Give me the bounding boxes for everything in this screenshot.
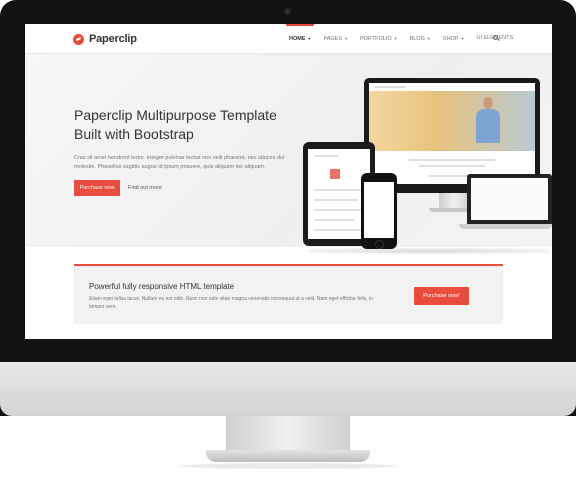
caret-down-icon: ▼ bbox=[307, 36, 312, 41]
nav-item-pages[interactable]: Pages ▼ bbox=[323, 24, 348, 53]
nav-label: Portfolio bbox=[359, 36, 392, 42]
find-out-more-link[interactable]: Find out more bbox=[128, 180, 162, 196]
mock-line bbox=[314, 219, 354, 221]
purchase-now-button[interactable]: Purchase now bbox=[74, 180, 120, 196]
nav-item-home[interactable]: Home ▼ bbox=[285, 24, 316, 53]
laptop-mockup bbox=[459, 174, 552, 232]
laptop-base bbox=[459, 224, 552, 229]
nav-item-blog[interactable]: Blog ▼ bbox=[410, 24, 431, 53]
mock-line bbox=[419, 165, 485, 167]
phone-mockup bbox=[361, 173, 397, 249]
mock-line bbox=[409, 159, 495, 161]
mock-line bbox=[314, 155, 338, 157]
hero-title: Paperclip Multipurpose Template Built wi… bbox=[74, 107, 277, 142]
callout-box: Powerful fully responsive HTML template … bbox=[74, 264, 503, 324]
paperclip-logo-icon bbox=[73, 33, 84, 45]
phone-screen bbox=[364, 182, 394, 238]
monitor-frame: Paperclip Home ▼ Pages ▼ Portfolio ▼ Blog ▼ … bbox=[0, 0, 576, 416]
search-icon[interactable] bbox=[493, 35, 499, 41]
caret-down-icon: ▼ bbox=[393, 36, 398, 41]
purchase-now-callout-button[interactable]: Purchase now! bbox=[414, 287, 469, 305]
mock-line bbox=[314, 189, 364, 191]
nav-label: Pages bbox=[323, 36, 343, 42]
website-screen: Paperclip Home ▼ Pages ▼ Portfolio ▼ Blog ▼ … bbox=[25, 24, 552, 339]
person-figure bbox=[476, 91, 500, 143]
devices-mockup-image bbox=[299, 78, 552, 254]
nav-label: Blog bbox=[409, 36, 425, 42]
hero-section: Paperclip Multipurpose Template Built wi… bbox=[25, 54, 552, 254]
desktop-mockup-screen bbox=[369, 83, 535, 184]
camera-icon bbox=[284, 8, 291, 15]
nav-label: Shop bbox=[442, 36, 459, 42]
nav-item-shop[interactable]: Shop ▼ bbox=[443, 24, 465, 53]
main-nav: Home ▼ Pages ▼ Portfolio ▼ Blog ▼ Shop ▼ UI E… bbox=[285, 24, 525, 53]
callout-text: Etiam eget tellus lacus. Nullam eu est n… bbox=[89, 296, 373, 310]
nav-item-portfolio[interactable]: Portfolio ▼ bbox=[360, 24, 398, 53]
caret-down-icon: ▼ bbox=[426, 36, 431, 41]
hero-text: Cras sit amet hendrerit tortor. Integer … bbox=[74, 155, 285, 170]
mock-line bbox=[314, 209, 364, 211]
monitor-stand-foot bbox=[206, 450, 370, 462]
devices-shadow bbox=[309, 248, 549, 254]
mock-hero-photo bbox=[369, 91, 535, 151]
monitor-stand-neck bbox=[226, 416, 350, 450]
brand[interactable]: Paperclip bbox=[73, 32, 137, 46]
caret-down-icon: ▼ bbox=[344, 36, 348, 41]
laptop-lid bbox=[467, 174, 552, 224]
caret-down-icon: ▼ bbox=[460, 36, 465, 41]
callout-title: Powerful fully responsive HTML template bbox=[89, 282, 235, 291]
monitor-shadow bbox=[180, 463, 396, 469]
mock-line bbox=[314, 199, 358, 201]
mock-line bbox=[314, 229, 362, 231]
mock-product-image bbox=[330, 169, 340, 179]
mock-line bbox=[375, 86, 405, 88]
person-body bbox=[476, 109, 500, 143]
navbar: Paperclip Home ▼ Pages ▼ Portfolio ▼ Blog ▼ … bbox=[25, 24, 552, 54]
nav-label: Home bbox=[289, 36, 306, 42]
monitor-chin bbox=[0, 362, 576, 416]
brand-name: Paperclip bbox=[89, 33, 137, 45]
person-head bbox=[483, 97, 493, 109]
